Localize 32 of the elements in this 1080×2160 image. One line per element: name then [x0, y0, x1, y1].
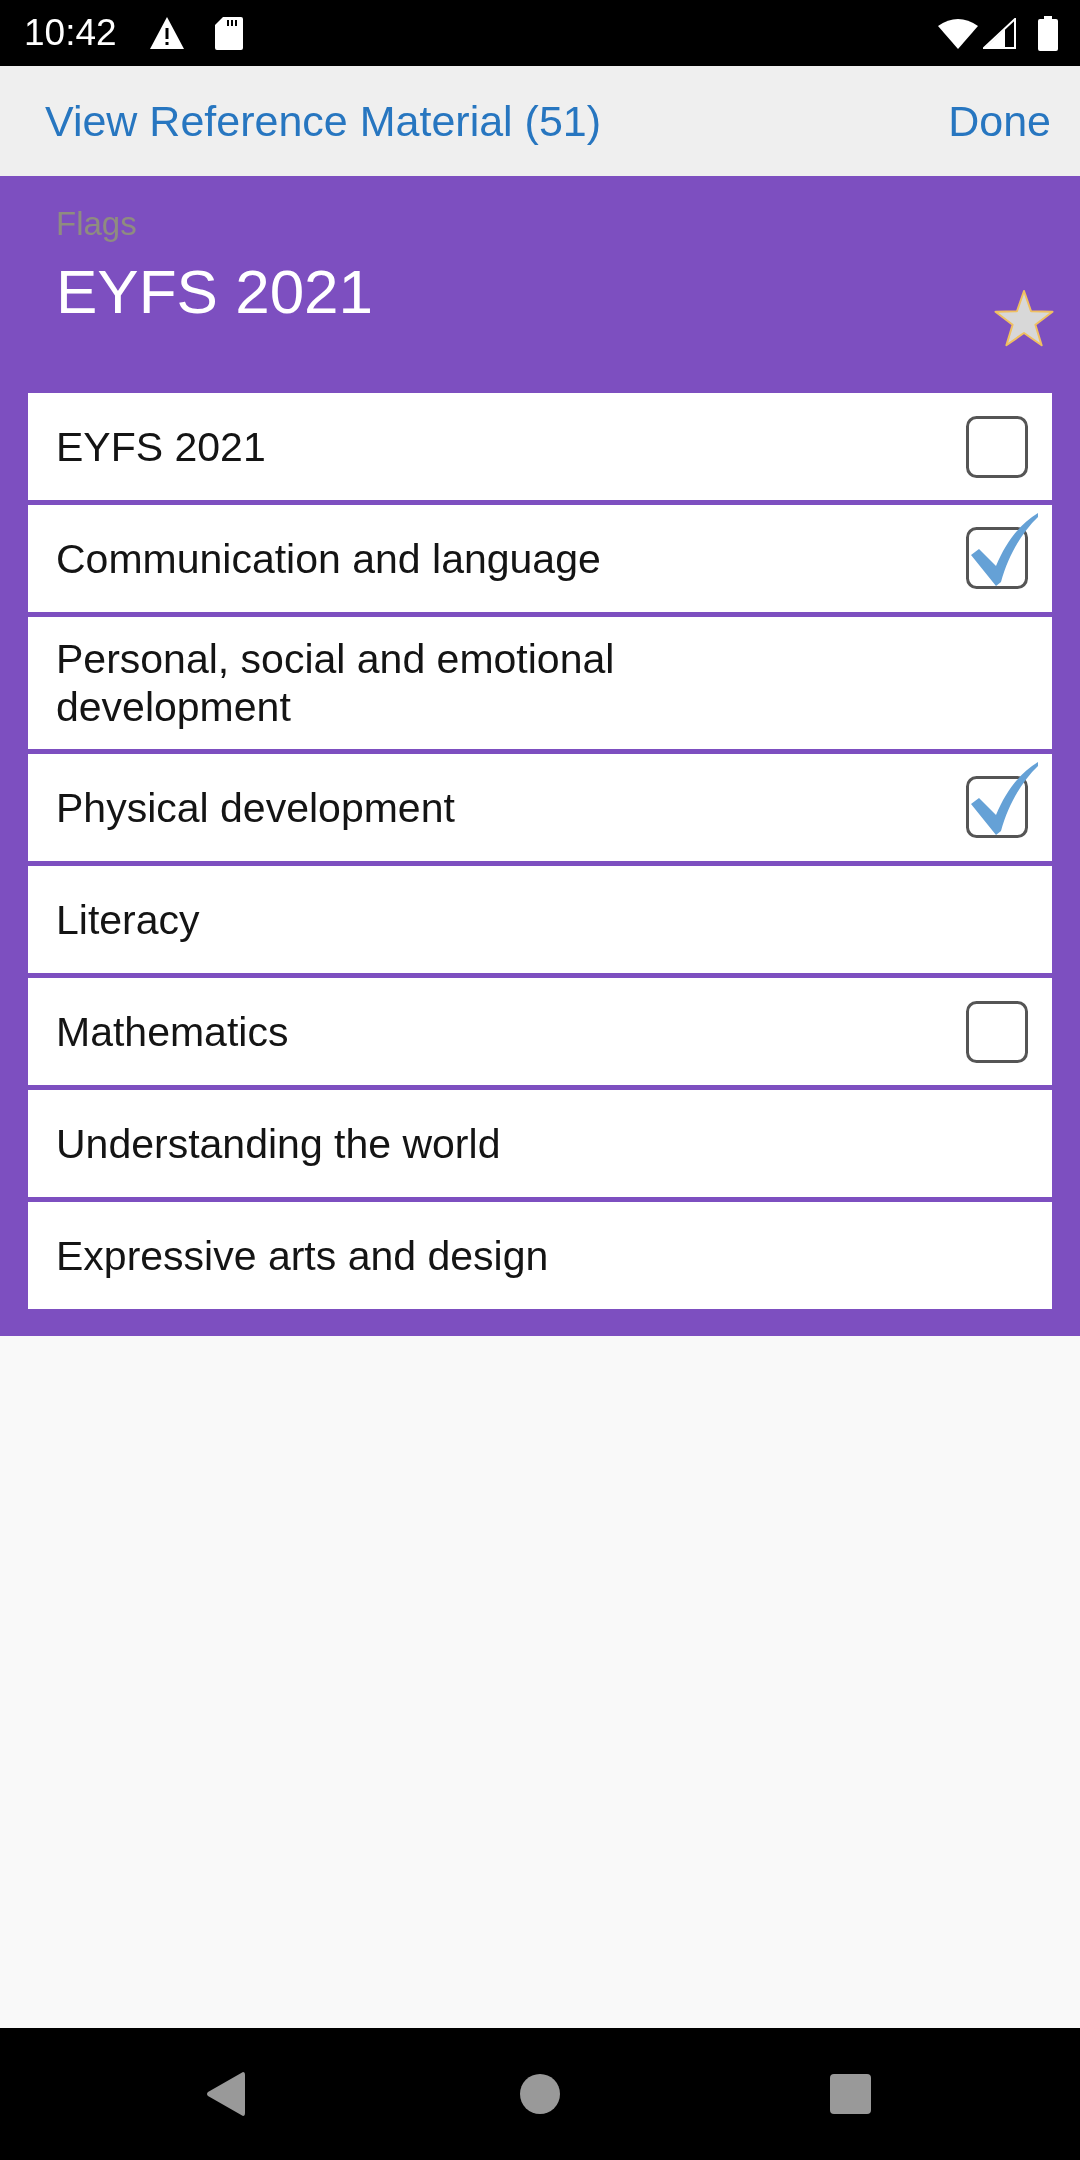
row-label: Personal, social and emotional development	[56, 635, 616, 731]
list-row[interactable]: Understanding the world	[28, 1090, 1052, 1197]
list-row[interactable]: Physical development	[28, 754, 1052, 861]
row-label: Understanding the world	[56, 1119, 501, 1168]
home-icon[interactable]	[520, 2074, 560, 2114]
list-row[interactable]: Expressive arts and design	[28, 1202, 1052, 1309]
section-caption: Flags	[56, 204, 138, 244]
warning-icon	[148, 16, 185, 50]
row-label: Expressive arts and design	[56, 1231, 549, 1280]
checkbox[interactable]	[966, 761, 1038, 839]
page-title: EYFS 2021	[56, 256, 374, 328]
list-row[interactable]: EYFS 2021	[28, 393, 1052, 500]
battery-icon	[1038, 15, 1058, 51]
row-label: Literacy	[56, 895, 200, 944]
sd-card-icon	[214, 16, 243, 50]
done-button[interactable]: Done	[948, 96, 1051, 146]
checkbox[interactable]	[966, 415, 1028, 478]
row-label: EYFS 2021	[56, 422, 266, 471]
reference-material-link[interactable]: View Reference Material (51)	[45, 96, 602, 146]
back-icon[interactable]	[207, 2072, 245, 2116]
list-row[interactable]: Personal, social and emotional development	[28, 617, 1052, 749]
list-row[interactable]: Communication and language	[28, 505, 1052, 612]
list-row[interactable]: Literacy	[28, 866, 1052, 973]
signal-icon	[983, 17, 1016, 49]
wifi-icon	[938, 17, 978, 49]
row-label: Mathematics	[56, 1007, 289, 1056]
clock-time: 10:42	[24, 13, 117, 53]
row-label: Communication and language	[56, 534, 601, 583]
checkbox[interactable]	[966, 512, 1038, 590]
row-label: Physical development	[56, 783, 455, 832]
list-row[interactable]: Mathematics	[28, 978, 1052, 1085]
checkbox[interactable]	[966, 1000, 1028, 1063]
